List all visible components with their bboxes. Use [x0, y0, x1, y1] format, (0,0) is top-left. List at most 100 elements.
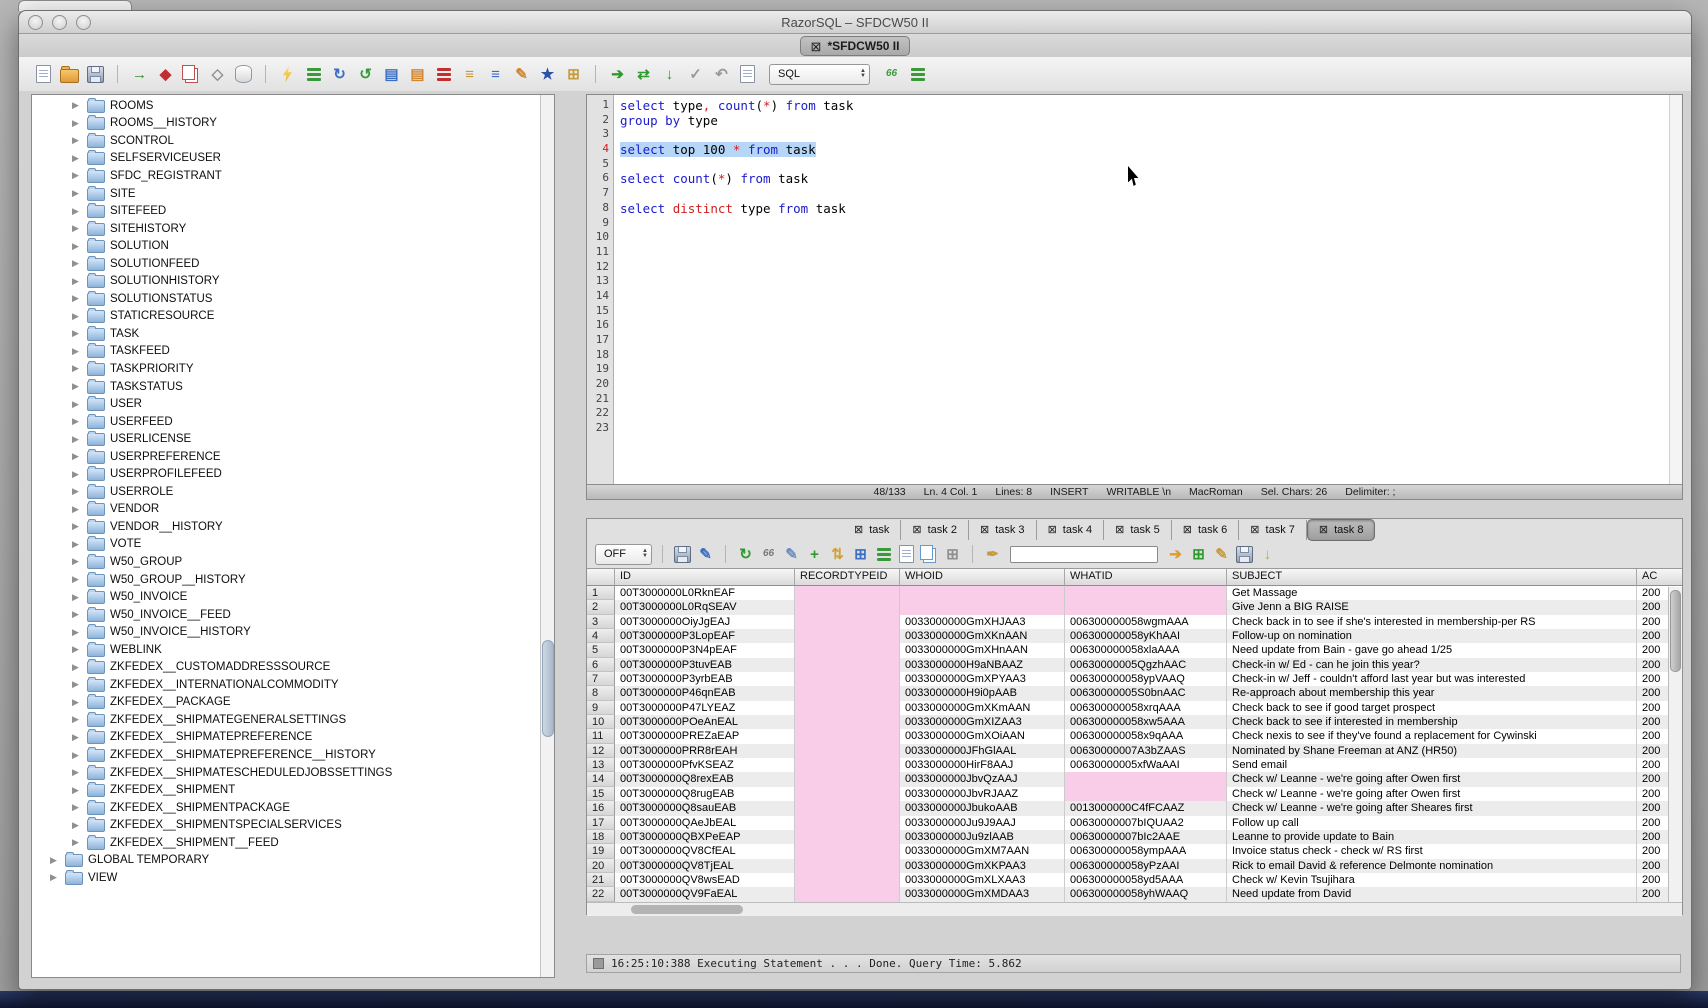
table-row[interactable]: 1500T3000000Q8rugEAB0033000000JbvRJAAZCh… — [587, 787, 1682, 801]
results-tab[interactable]: ⊠task 3 — [969, 520, 1037, 540]
column-header[interactable]: SUBJECT — [1227, 569, 1637, 586]
disclosure-triangle-icon[interactable]: ▶ — [72, 556, 82, 567]
disclosure-triangle-icon[interactable]: ▶ — [72, 276, 82, 287]
sort-list-icon[interactable]: ≡ — [459, 64, 480, 85]
sidebar-item[interactable]: ▶VOTE — [32, 536, 541, 554]
sidebar-item[interactable]: ▶ZKFEDEX__INTERNATIONALCOMMODITY — [32, 676, 541, 694]
results-tab[interactable]: ⊠task 7 — [1239, 520, 1307, 540]
sidebar-item[interactable]: ▶ZKFEDEX__CUSTOMADDRESSSOURCE — [32, 659, 541, 677]
table-row[interactable]: 1300T3000000PfvKSEAZ0033000000HirF8AAJ00… — [587, 758, 1682, 772]
document-tab[interactable]: ⊠ *SFDCW50 II — [800, 36, 911, 56]
disclosure-triangle-icon[interactable]: ▶ — [72, 258, 82, 269]
disclosure-triangle-icon[interactable]: ▶ — [72, 627, 82, 638]
save-results-icon[interactable] — [673, 545, 692, 564]
go-icon[interactable]: ➔ — [1166, 545, 1185, 564]
disclosure-triangle-icon[interactable]: ▶ — [72, 714, 82, 725]
sidebar-item[interactable]: ▶WEBLINK — [32, 641, 541, 659]
tab-close-icon[interactable]: ⊠ — [1048, 525, 1057, 536]
view-text-icon[interactable] — [897, 545, 916, 564]
red-list-icon[interactable] — [433, 64, 454, 85]
sidebar-item[interactable]: ▶VENDOR — [32, 501, 541, 519]
disclosure-triangle-icon[interactable]: ▶ — [50, 855, 60, 866]
sidebar-item[interactable]: ▶TASKSTATUS — [32, 378, 541, 396]
execute-fetch-icon[interactable]: ↓ — [659, 64, 680, 85]
table-row[interactable]: 100T3000000L0RknEAFGet Massage200 — [587, 586, 1682, 600]
sidebar-item[interactable]: ▶TASK — [32, 325, 541, 343]
disclosure-triangle-icon[interactable]: ▶ — [72, 837, 82, 848]
disclosure-triangle-icon[interactable]: ▶ — [72, 592, 82, 603]
disclosure-triangle-icon[interactable]: ▶ — [72, 434, 82, 445]
tab-close-icon[interactable]: ⊠ — [1250, 525, 1259, 536]
column-header[interactable]: WHOID — [900, 569, 1065, 586]
grid-horizontal-scrollbar[interactable] — [587, 902, 1682, 916]
grid-vscrollbar-thumb[interactable] — [1670, 590, 1681, 672]
row-limit-select[interactable]: OFF ▲▼ — [595, 544, 652, 565]
insert-row-icon[interactable]: + — [805, 545, 824, 564]
open-file-icon[interactable] — [59, 64, 80, 85]
statement-type-select[interactable]: SQL ▲▼ — [769, 64, 870, 85]
sidebar-item[interactable]: ▶TASKPRIORITY — [32, 360, 541, 378]
table-row[interactable]: 800T3000000P46qnEAB0033000000H9i0pAAB006… — [587, 686, 1682, 700]
table-row[interactable]: 1600T3000000Q8sauEAB0033000000JbukoAAB00… — [587, 801, 1682, 815]
log-icon[interactable] — [737, 64, 758, 85]
sidebar-item[interactable]: ▶USERROLE — [32, 483, 541, 501]
table-row[interactable]: 700T3000000P3yrbEAB0033000000GmXPYAA3006… — [587, 672, 1682, 686]
disclosure-triangle-icon[interactable]: ▶ — [72, 662, 82, 673]
table-row[interactable]: 200T3000000L0RqSEAVGive Jenn a BIG RAISE… — [587, 600, 1682, 614]
refresh-results-icon[interactable]: ↻ — [736, 545, 755, 564]
export-down-icon[interactable]: ↓ — [1258, 545, 1277, 564]
table-row[interactable]: 1800T3000000QBXPeEAP0033000000Ju9zlAAB00… — [587, 830, 1682, 844]
disclosure-triangle-icon[interactable]: ▶ — [72, 732, 82, 743]
new-connection-icon[interactable]: ◇ — [207, 64, 228, 85]
execute-all-icon[interactable]: ⇄ — [633, 64, 654, 85]
sidebar-item[interactable]: ▶ROOMS__HISTORY — [32, 115, 541, 133]
sidebar-item[interactable]: ▶W50_INVOICE__HISTORY — [32, 623, 541, 641]
sidebar-item[interactable]: ▶ZKFEDEX__SHIPMATEGENERALSETTINGS — [32, 711, 541, 729]
disclosure-triangle-icon[interactable]: ▶ — [72, 241, 82, 252]
disclosure-triangle-icon[interactable]: ▶ — [72, 469, 82, 480]
commit-icon[interactable]: ✓ — [685, 64, 706, 85]
grid-hscrollbar-thumb[interactable] — [631, 905, 743, 914]
book-orange-icon[interactable]: ▤ — [407, 64, 428, 85]
execute-statement-icon[interactable]: ➔ — [607, 64, 628, 85]
results-tab[interactable]: ⊠task 6 — [1172, 520, 1240, 540]
disclosure-triangle-icon[interactable]: ▶ — [72, 153, 82, 164]
edit-sql-icon[interactable]: ✎ — [511, 64, 532, 85]
save-icon[interactable] — [85, 64, 106, 85]
connect-icon[interactable]: → — [129, 64, 150, 85]
disclosure-triangle-icon[interactable]: ▶ — [72, 188, 82, 199]
disclosure-triangle-icon[interactable]: ▶ — [72, 363, 82, 374]
column-header[interactable]: ID — [615, 569, 795, 586]
disclosure-triangle-icon[interactable]: ▶ — [72, 293, 82, 304]
disclosure-triangle-icon[interactable]: ▶ — [72, 328, 82, 339]
copy-pages-icon[interactable] — [181, 64, 202, 85]
sidebar-item[interactable]: ▶ZKFEDEX__SHIPMENTSPECIALSERVICES — [32, 816, 541, 834]
disclosure-triangle-icon[interactable]: ▶ — [72, 679, 82, 690]
disclosure-triangle-icon[interactable]: ▶ — [72, 609, 82, 620]
disclosure-triangle-icon[interactable]: ▶ — [72, 521, 82, 532]
table-row[interactable]: 1000T3000000POeAnEAL0033000000GmXIZAA300… — [587, 715, 1682, 729]
disclosure-triangle-icon[interactable]: ▶ — [72, 539, 82, 550]
column-header[interactable]: RECORDTYPEID — [795, 569, 900, 586]
column-header[interactable]: AC — [1637, 569, 1682, 586]
sidebar-item[interactable]: ▶ZKFEDEX__SHIPMENT — [32, 781, 541, 799]
disclosure-triangle-icon[interactable]: ▶ — [72, 574, 82, 585]
disclosure-triangle-icon[interactable]: ▶ — [72, 381, 82, 392]
disclosure-triangle-icon[interactable]: ▶ — [72, 644, 82, 655]
results-search-input[interactable] — [1010, 546, 1158, 563]
table-row[interactable]: 2000T3000000QV8TjEAL0033000000GmXKPAA300… — [587, 859, 1682, 873]
execute-sql-icon[interactable] — [277, 64, 298, 85]
copy-table-icon[interactable]: ⊞ — [943, 545, 962, 564]
tree-scrollbar-thumb[interactable] — [542, 640, 554, 737]
sidebar-item[interactable]: ▶TASKFEED — [32, 343, 541, 361]
disclosure-triangle-icon[interactable]: ▶ — [72, 118, 82, 129]
sidebar-item[interactable]: ▶ZKFEDEX__SHIPMATESCHEDULEDJOBSSETTINGS — [32, 764, 541, 782]
sidebar-item[interactable]: ▶ROOMS — [32, 97, 541, 115]
sidebar-item[interactable]: ▶ZKFEDEX__SHIPMATEPREFERENCE__HISTORY — [32, 746, 541, 764]
disclosure-triangle-icon[interactable]: ▶ — [72, 206, 82, 217]
sidebar-item[interactable]: ▶VIEW — [32, 869, 541, 887]
tab-close-icon[interactable]: ⊠ — [912, 525, 921, 536]
sidebar-item[interactable]: ▶USERPROFILEFEED — [32, 465, 541, 483]
disclosure-triangle-icon[interactable]: ▶ — [72, 170, 82, 181]
export-table-icon[interactable]: ⊞ — [563, 64, 584, 85]
